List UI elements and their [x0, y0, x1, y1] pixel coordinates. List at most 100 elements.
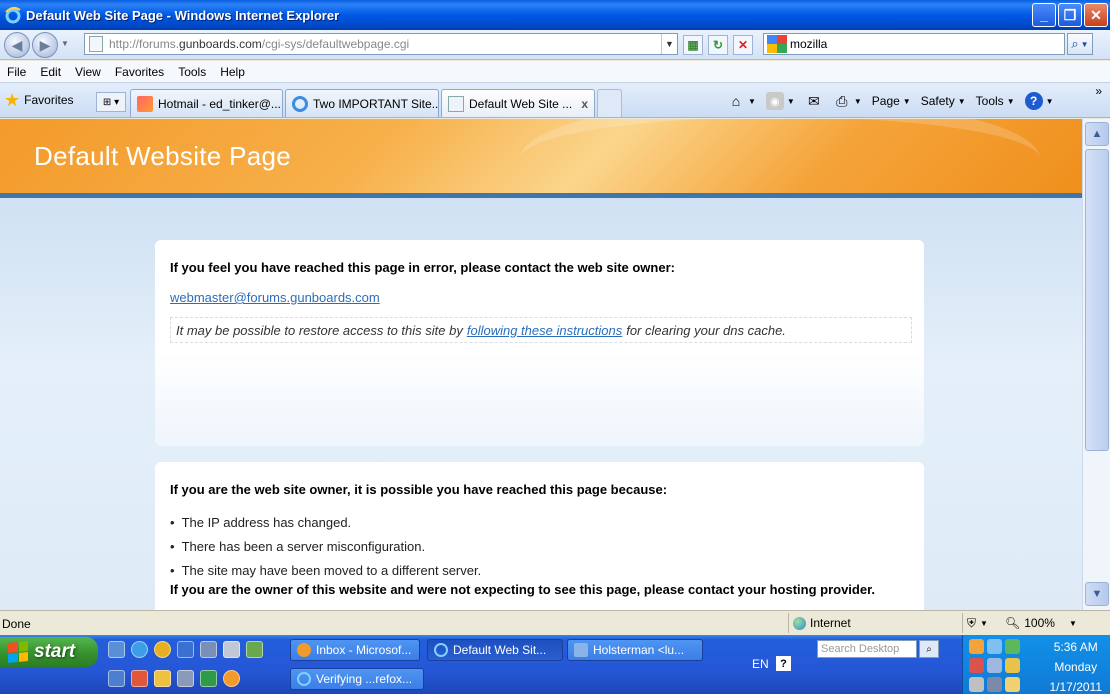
- print-button[interactable]: ⎙ ▼: [828, 90, 867, 112]
- tab-important-site[interactable]: Two IMPORTANT Site...: [285, 89, 439, 117]
- people-icon[interactable]: [154, 670, 171, 687]
- feeds-button[interactable]: ◉ ▼: [761, 90, 800, 112]
- menu-view[interactable]: View: [68, 65, 108, 79]
- rss-feed-icon: ◉: [765, 92, 784, 110]
- document-icon[interactable]: [200, 641, 217, 658]
- menu-edit[interactable]: Edit: [33, 65, 68, 79]
- dns-cache-note: It may be possible to restore access to …: [170, 317, 912, 343]
- excel-icon[interactable]: [200, 670, 217, 687]
- security-zone[interactable]: Internet: [788, 613, 958, 633]
- safety-menu-button[interactable]: Safety ▼: [916, 90, 971, 112]
- reasons-list: The IP address has changed. There has be…: [170, 510, 482, 582]
- close-tab-icon[interactable]: x: [573, 97, 588, 111]
- back-button[interactable]: ◀: [4, 32, 30, 58]
- address-toolbar: ◀ ▶ ▼ http://forums.gunboards.com/cgi-sy…: [0, 30, 1110, 60]
- help-icon[interactable]: ?: [776, 656, 791, 671]
- tray-app-icon[interactable]: [969, 639, 984, 654]
- help-button[interactable]: ? ▼: [1020, 90, 1059, 112]
- new-tab-button[interactable]: [597, 89, 622, 117]
- scroll-thumb[interactable]: [1085, 149, 1109, 451]
- zoom-level: 100%: [1024, 616, 1055, 630]
- tab-label: Two IMPORTANT Site...: [313, 96, 439, 111]
- tray-status-icon[interactable]: [1005, 639, 1020, 654]
- quick-launch-row-2: [108, 670, 240, 687]
- scroll-up-button[interactable]: ▲: [1085, 122, 1109, 146]
- start-button[interactable]: start: [0, 637, 98, 667]
- taskbar-item-holsterman[interactable]: Holsterman <lu...: [567, 639, 703, 661]
- list-item: The site may have been moved to a differ…: [170, 558, 482, 582]
- menu-file[interactable]: File: [0, 65, 33, 79]
- close-window-button[interactable]: ✕: [1084, 3, 1108, 27]
- quick-tabs-icon: ⊞ ▾: [102, 96, 120, 108]
- address-bar[interactable]: http://forums.gunboards.com/cgi-sys/defa…: [84, 33, 678, 55]
- menu-favorites[interactable]: Favorites: [108, 65, 171, 79]
- shield-icon: ⛨: [967, 615, 977, 630]
- language-indicator[interactable]: EN: [752, 657, 769, 671]
- recent-pages-dropdown-icon[interactable]: ▼: [61, 39, 69, 48]
- tray-update-icon[interactable]: [1005, 677, 1020, 692]
- firefox-icon: [297, 643, 311, 657]
- clock-date: 1/17/2011: [1049, 680, 1103, 694]
- internet-explorer-icon: [434, 643, 448, 657]
- favorites-button[interactable]: ★ Favorites: [4, 91, 74, 109]
- stop-icon[interactable]: ✕: [733, 35, 753, 55]
- tray-network-icon[interactable]: [987, 639, 1002, 654]
- tab-hotmail[interactable]: Hotmail - ed_tinker@...: [130, 89, 283, 117]
- more-commands-chevron[interactable]: »: [1095, 84, 1102, 98]
- page-menu-button[interactable]: Page ▼: [867, 90, 916, 112]
- outlook-icon[interactable]: [131, 670, 148, 687]
- page-icon: [89, 36, 103, 52]
- tray-display-icon[interactable]: [987, 658, 1002, 673]
- status-bar: Done Internet ⛨ ▼ 🔍︎ 100% ▼: [0, 610, 1110, 635]
- calculator-icon[interactable]: [223, 641, 240, 658]
- monitor-icon[interactable]: [108, 670, 125, 687]
- zoom-button[interactable]: 🔍︎ 100% ▼: [1005, 613, 1077, 633]
- media-player-icon[interactable]: [154, 641, 171, 658]
- protected-mode-button[interactable]: ⛨ ▼: [962, 613, 988, 633]
- forward-button[interactable]: ▶: [32, 32, 58, 58]
- taskbar-item-inbox[interactable]: Inbox - Microsof...: [290, 639, 420, 661]
- address-dropdown-icon[interactable]: ▼: [661, 34, 677, 54]
- desktop-search-input[interactable]: Search Desktop: [817, 640, 917, 658]
- menu-tools[interactable]: Tools: [171, 65, 213, 79]
- maximize-button[interactable]: ❐: [1058, 3, 1082, 27]
- vertical-scrollbar[interactable]: ▲ ▼: [1082, 119, 1110, 610]
- desktop-icon[interactable]: [108, 641, 125, 658]
- refresh-icon[interactable]: ↻: [708, 35, 728, 55]
- firefox-icon[interactable]: [223, 670, 240, 687]
- search-value: mozilla: [790, 37, 828, 51]
- zoom-icon: 🔍︎: [1005, 616, 1021, 630]
- title-bar: Default Web Site Page - Windows Internet…: [0, 0, 1110, 30]
- tray-messenger-icon[interactable]: [1005, 658, 1020, 673]
- tab-default-web-site[interactable]: Default Web Site ... x: [441, 89, 595, 117]
- desktop-search-button[interactable]: ⌕: [919, 640, 939, 658]
- taskbar-item-verifying[interactable]: Verifying ...refox...: [290, 668, 424, 690]
- tray-volume-icon[interactable]: [969, 677, 984, 692]
- spreadsheet-icon[interactable]: [246, 641, 263, 658]
- read-mail-button[interactable]: ✉: [800, 90, 828, 112]
- star-icon: ★: [4, 90, 21, 110]
- tray-security-icon[interactable]: [969, 658, 984, 673]
- application-icon[interactable]: [177, 641, 194, 658]
- tray-hardware-icon[interactable]: [987, 677, 1002, 692]
- webmaster-email-link[interactable]: webmaster@forums.gunboards.com: [170, 290, 380, 305]
- start-label: start: [34, 641, 76, 662]
- quick-tabs-button[interactable]: ⊞ ▾: [96, 92, 126, 112]
- home-button[interactable]: ⌂ ▼: [722, 90, 761, 112]
- network-icon: [574, 643, 588, 657]
- dns-instructions-link[interactable]: following these instructions: [467, 323, 622, 338]
- printer-icon: ⎙: [836, 92, 848, 109]
- compatibility-view-icon[interactable]: ▦: [683, 35, 703, 55]
- menu-help[interactable]: Help: [213, 65, 252, 79]
- scroll-down-button[interactable]: ▼: [1085, 582, 1109, 606]
- search-button[interactable]: ⌕ ▼: [1067, 33, 1093, 55]
- search-input[interactable]: mozilla: [763, 33, 1065, 55]
- quick-launch-row-1: [108, 641, 263, 658]
- minimize-button[interactable]: _: [1032, 3, 1056, 27]
- tools-menu-button[interactable]: Tools ▼: [971, 90, 1020, 112]
- internet-explorer-icon[interactable]: [131, 641, 148, 658]
- taskbar-item-default-web-site[interactable]: Default Web Sit...: [427, 639, 563, 661]
- clock[interactable]: 5:36 AM Monday 1/17/2011: [1050, 637, 1103, 694]
- phone-icon[interactable]: [177, 670, 194, 687]
- back-arrow-icon: ◀: [11, 36, 23, 53]
